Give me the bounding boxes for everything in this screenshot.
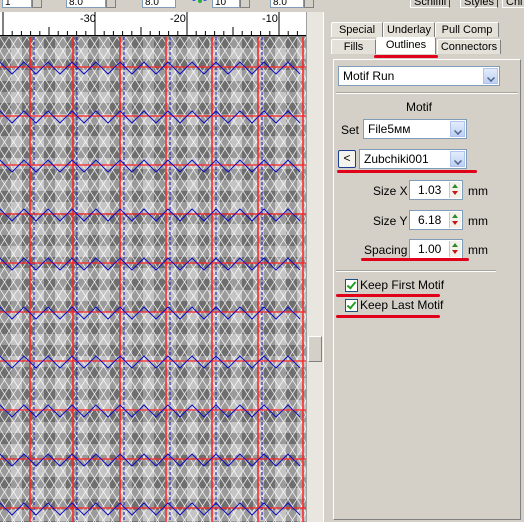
ruler-ticks <box>0 12 306 36</box>
size-x-spinner[interactable] <box>449 182 461 198</box>
motif-value: Zubchiki001 <box>364 152 429 166</box>
tab-underlay[interactable]: Underlay <box>383 22 435 37</box>
ruler-label-minus-30: -30 <box>80 13 96 25</box>
tab-connectors[interactable]: Connectors <box>437 39 501 54</box>
highlight-underline <box>361 258 469 261</box>
divider <box>336 270 496 272</box>
tab-styles[interactable]: Styles <box>460 0 498 8</box>
vertical-scrollbar[interactable] <box>306 12 323 522</box>
size-x-field[interactable]: 1.03 <box>409 180 463 200</box>
divider <box>336 92 518 94</box>
chevron-down-icon[interactable] <box>450 151 465 167</box>
embroidery-preview <box>0 37 306 522</box>
horizontal-ruler: -30 -20 -10 <box>0 12 306 37</box>
ruler-label-minus-10: -10 <box>262 13 278 25</box>
tab-special[interactable]: Special <box>331 22 383 37</box>
ruler-label-minus-20: -20 <box>170 13 186 25</box>
spacing-value: 1.00 <box>418 242 442 256</box>
toolbar-field-4[interactable]: 10 <box>212 0 240 8</box>
tab-pull-comp[interactable]: Pull Comp <box>435 22 499 37</box>
outline-type-dropdown[interactable]: Motif Run <box>338 66 500 86</box>
size-x-unit: mm <box>468 184 488 198</box>
toolbar-field-5[interactable]: 8.0 <box>270 0 304 8</box>
outline-type-value: Motif Run <box>343 69 395 83</box>
chevron-left-icon: < <box>343 151 351 165</box>
highlight-underline <box>337 170 477 173</box>
motif-dropdown[interactable]: Zubchiki001 <box>359 149 467 169</box>
toolbar-spinner-4[interactable] <box>240 0 250 8</box>
chevron-down-icon[interactable] <box>450 121 465 137</box>
top-toolbar: 1 8.0 8.0 10 8.0 Schiffli Styles Chi <box>0 0 524 12</box>
design-canvas[interactable] <box>0 37 306 522</box>
scrollbar-thumb[interactable] <box>308 336 322 362</box>
size-y-value: 6.18 <box>418 213 442 227</box>
size-y-label: Size Y <box>373 214 408 228</box>
thread-color-icon[interactable] <box>192 0 208 6</box>
motif-set-dropdown[interactable]: File5мм <box>363 119 467 139</box>
size-y-unit: mm <box>468 214 488 228</box>
size-x-label: Size X <box>373 184 408 198</box>
toolbar-field-3[interactable]: 8.0 <box>142 0 176 8</box>
toolbar-spinner-2[interactable] <box>106 0 116 8</box>
set-label: Set <box>341 123 360 137</box>
keep-first-motif-label: Keep First Motif <box>360 278 445 292</box>
highlight-underline <box>336 315 440 318</box>
toolbar-field-2[interactable]: 8.0 <box>66 0 106 8</box>
tab-outlines[interactable]: Outlines <box>376 37 436 54</box>
tab-schiffli[interactable]: Schiffli <box>410 0 451 8</box>
properties-panel: Special Underlay Pull Comp Fills Outline… <box>327 12 524 522</box>
toolbar-spinner-5[interactable] <box>304 0 314 8</box>
size-y-spinner[interactable] <box>449 212 461 228</box>
highlight-underline <box>336 294 440 297</box>
previous-motif-button[interactable]: < <box>338 150 356 168</box>
outlines-tab-content: Motif Run Motif Set File5мм < Zubchiki00… <box>333 59 521 520</box>
keep-last-motif-checkbox[interactable] <box>345 299 358 312</box>
spacing-field[interactable]: 1.00 <box>409 239 463 259</box>
keep-last-motif-label: Keep Last Motif <box>360 298 444 312</box>
spacing-label: Spacing <box>364 243 408 257</box>
size-x-value: 1.03 <box>418 183 442 197</box>
size-y-field[interactable]: 6.18 <box>409 210 463 230</box>
tab-chi[interactable]: Chi <box>502 0 524 8</box>
motif-set-value: File5мм <box>368 122 411 136</box>
motif-section-title: Motif <box>406 100 433 114</box>
chevron-down-icon[interactable] <box>483 68 498 84</box>
spacing-unit: mm <box>468 243 488 257</box>
spacing-spinner[interactable] <box>449 241 461 257</box>
outlines-tab-underline <box>374 55 438 58</box>
toolbar-spinner-1[interactable] <box>32 0 42 8</box>
tab-fills[interactable]: Fills <box>331 39 376 54</box>
keep-first-motif-checkbox[interactable] <box>345 279 358 292</box>
toolbar-field-1[interactable]: 1 <box>2 0 32 8</box>
